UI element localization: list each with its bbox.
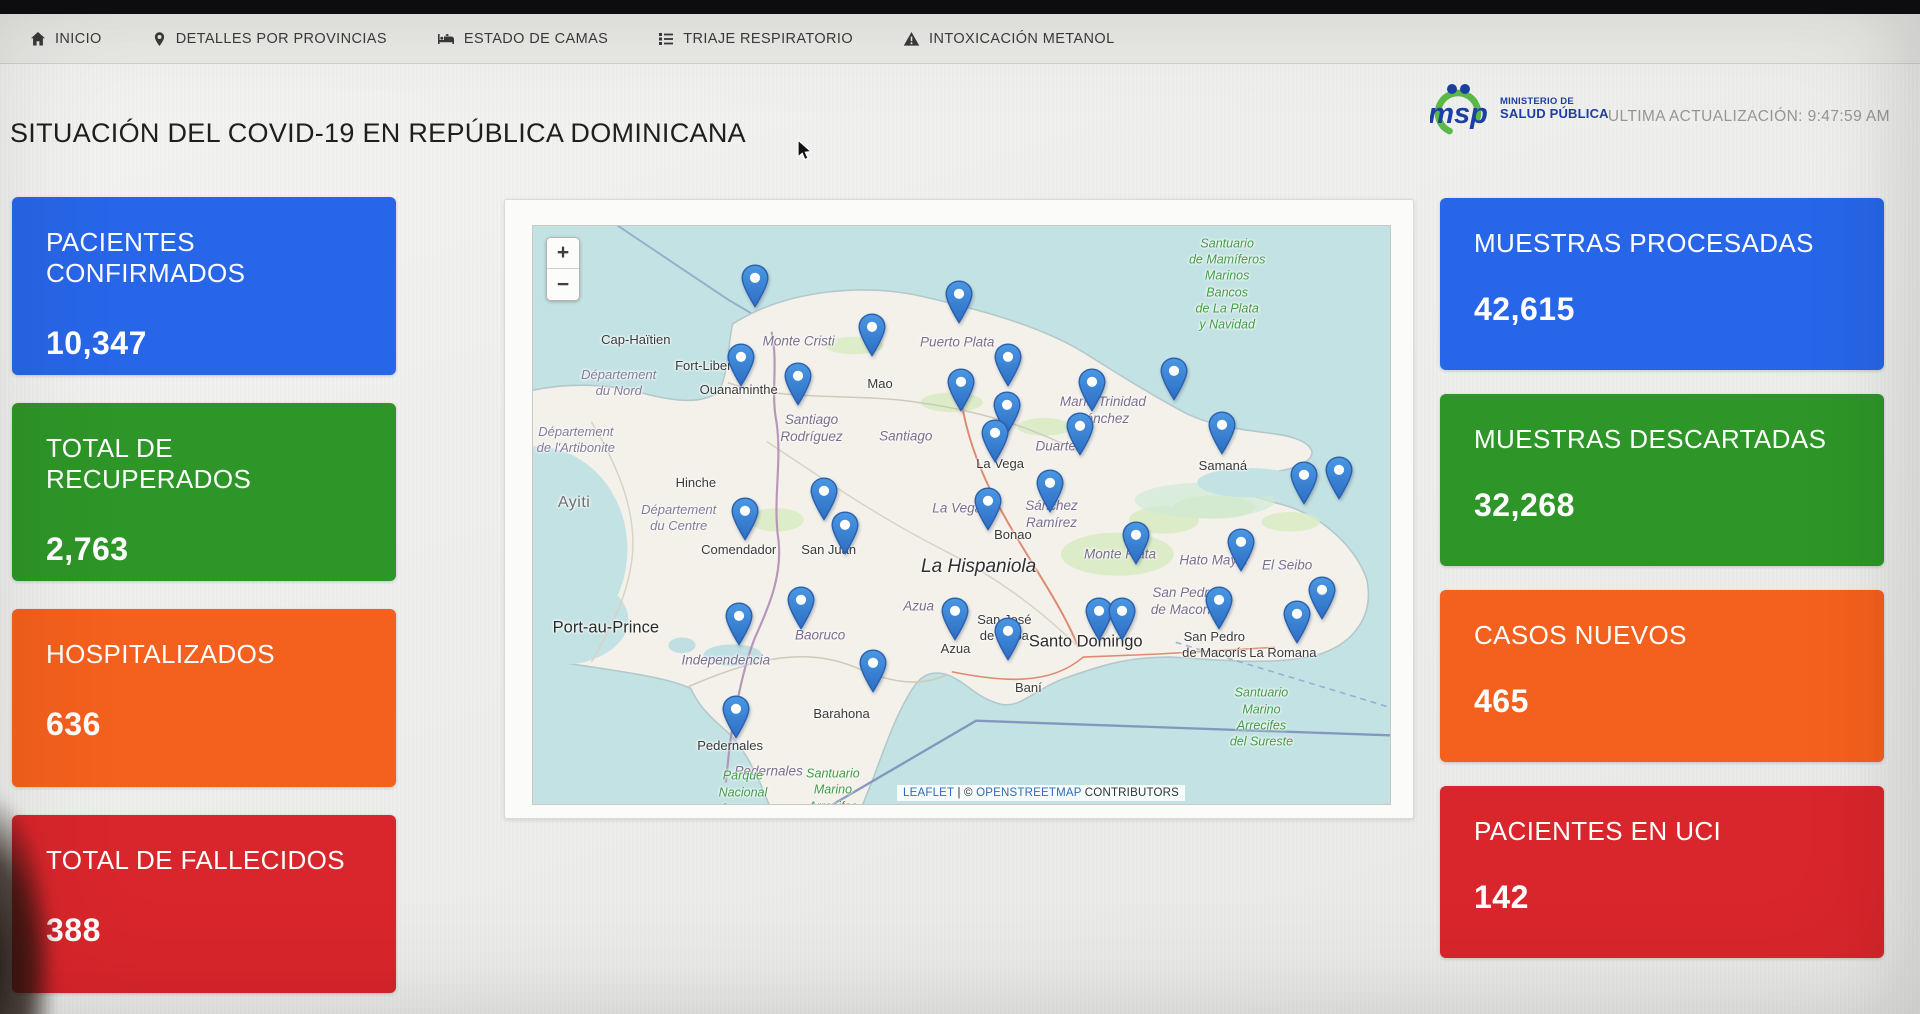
stat-label: HOSPITALIZADOS (46, 639, 362, 670)
stat-card-total-de-recuperados: TOTAL DE RECUPERADOS 2,763 (12, 403, 396, 581)
msp-logo-text: MINISTERIO DE SALUD PÚBLICA (1500, 97, 1609, 121)
map-marker-pin[interactable] (945, 368, 976, 417)
map-marker-pin[interactable] (939, 597, 970, 646)
map-marker-pin[interactable] (1207, 411, 1238, 460)
stat-card-total-de-fallecidos: TOTAL DE FALLECIDOS 388 (12, 815, 396, 993)
stat-card-pacientes-confirmados: PACIENTES CONFIRMADOS 10,347 (12, 197, 396, 375)
photo-top-bezel (0, 0, 1920, 14)
page-title: SITUACIÓN DEL COVID-19 EN REPÚBLICA DOMI… (10, 118, 746, 149)
stat-value: 42,615 (1474, 291, 1850, 328)
bed-icon (437, 31, 455, 47)
attribution-suffix: CONTRIBUTORS (1081, 787, 1179, 799)
nav-item-estado-de-camas[interactable]: ESTADO DE CAMAS (437, 31, 608, 47)
map-marker-pin[interactable] (1121, 521, 1152, 570)
list-icon (658, 31, 674, 47)
msp-logo-icon: msp (1430, 80, 1492, 138)
map-marker-pin[interactable] (721, 695, 752, 744)
map-marker-pin[interactable] (1204, 586, 1235, 635)
dashboard-screen: INICIO DETALLES POR PROVINCIAS ESTADO DE C… (0, 0, 1920, 1014)
nav-item-label: TRIAJE RESPIRATORIO (683, 31, 853, 47)
nav-item-detalles-por-provincias[interactable]: DETALLES POR PROVINCIAS (152, 31, 387, 47)
stat-card-muestras-procesadas: MUESTRAS PROCESADAS 42,615 (1440, 198, 1884, 370)
map-marker-pin[interactable] (858, 649, 889, 698)
map-marker-pin[interactable] (829, 511, 860, 560)
map-marker-pin[interactable] (1289, 461, 1320, 510)
leaflet-link[interactable]: LEAFLET (903, 787, 954, 799)
svg-text:msp: msp (1430, 98, 1488, 130)
map-marker-pin[interactable] (1034, 469, 1065, 518)
zoom-out-button[interactable]: − (547, 269, 579, 300)
attribution-copyright: © (964, 787, 976, 799)
stat-label: PACIENTES CONFIRMADOS (46, 227, 362, 289)
nav-item-triaje-respiratorio[interactable]: TRIAJE RESPIRATORIO (658, 31, 853, 47)
map-marker-pin[interactable] (1307, 576, 1338, 625)
stat-value: 2,763 (46, 531, 362, 568)
map-attribution: LEAFLET | © OPENSTREETMAP CONTRIBUTORS (897, 785, 1185, 801)
stat-label: MUESTRAS DESCARTADAS (1474, 424, 1850, 455)
map-marker-pin[interactable] (943, 280, 974, 329)
nav-item-label: INICIO (55, 31, 102, 47)
stat-label: TOTAL DE RECUPERADOS (46, 433, 362, 495)
stat-card-pacientes-en-uci: PACIENTES EN UCI 142 (1440, 786, 1884, 958)
home-icon (30, 31, 46, 47)
stat-label: MUESTRAS PROCESADAS (1474, 228, 1850, 259)
map-marker-pin[interactable] (723, 602, 754, 651)
map-marker-pin[interactable] (1064, 412, 1095, 461)
nav-item-label: ESTADO DE CAMAS (464, 31, 608, 47)
stat-value: 388 (46, 912, 362, 949)
map-marker-pin[interactable] (1159, 357, 1190, 406)
stat-card-muestras-descartadas: MUESTRAS DESCARTADAS 32,268 (1440, 394, 1884, 566)
stat-value: 636 (46, 706, 362, 743)
stat-label: TOTAL DE FALLECIDOS (46, 845, 362, 876)
warning-icon (903, 31, 920, 47)
map-marker-pin[interactable] (1324, 456, 1355, 505)
stat-value: 142 (1474, 879, 1850, 916)
map-marker-pin[interactable] (726, 343, 757, 392)
openstreetmap-link[interactable]: OPENSTREETMAP (976, 787, 1081, 799)
last-update-timestamp: ULTIMA ACTUALIZACIÓN: 9:47:59 AM (1608, 108, 1890, 126)
main-navbar: INICIO DETALLES POR PROVINCIAS ESTADO DE C… (0, 14, 1920, 64)
map-marker-pin[interactable] (786, 586, 817, 635)
zoom-in-button[interactable]: + (547, 238, 579, 269)
nav-item-intoxicacion-metanol[interactable]: INTOXICACIÓN METANOL (903, 31, 1115, 47)
map-marker-pin[interactable] (1076, 368, 1107, 417)
stat-card-hospitalizados: HOSPITALIZADOS 636 (12, 609, 396, 787)
map-marker-pin[interactable] (992, 343, 1023, 392)
nav-item-label: DETALLES POR PROVINCIAS (176, 31, 387, 47)
map-marker-pin[interactable] (729, 497, 760, 546)
map-marker-pin[interactable] (856, 313, 887, 362)
msp-logo: msp MINISTERIO DE SALUD PÚBLICA (1430, 80, 1609, 138)
stat-value: 32,268 (1474, 487, 1850, 524)
nav-item-label: INTOXICACIÓN METANOL (929, 31, 1115, 47)
stat-value: 465 (1474, 683, 1850, 720)
stat-value: 10,347 (46, 325, 362, 362)
map-card: Cap-HaïtienFort-LibertéOuanamintheDépart… (504, 199, 1414, 819)
map-marker-pin[interactable] (782, 362, 813, 411)
map-marker-pin[interactable] (1225, 528, 1256, 577)
stat-label: PACIENTES EN UCI (1474, 816, 1850, 847)
photo-foreground-person (0, 794, 55, 1014)
map-marker-icon (152, 31, 167, 47)
map-marker-pin[interactable] (992, 617, 1023, 666)
map-marker-pin[interactable] (973, 487, 1004, 536)
mouse-cursor (797, 139, 819, 163)
map-zoom-control: + − (546, 237, 580, 301)
map-marker-pin[interactable] (1106, 597, 1137, 646)
map-marker-pin[interactable] (979, 419, 1010, 468)
attribution-separator: | (954, 787, 964, 799)
nav-item-inicio[interactable]: INICIO (30, 31, 102, 47)
stat-label: CASOS NUEVOS (1474, 620, 1850, 651)
map[interactable]: Cap-HaïtienFort-LibertéOuanamintheDépart… (532, 225, 1391, 805)
stat-card-casos-nuevos: CASOS NUEVOS 465 (1440, 590, 1884, 762)
map-marker-pin[interactable] (739, 264, 770, 313)
